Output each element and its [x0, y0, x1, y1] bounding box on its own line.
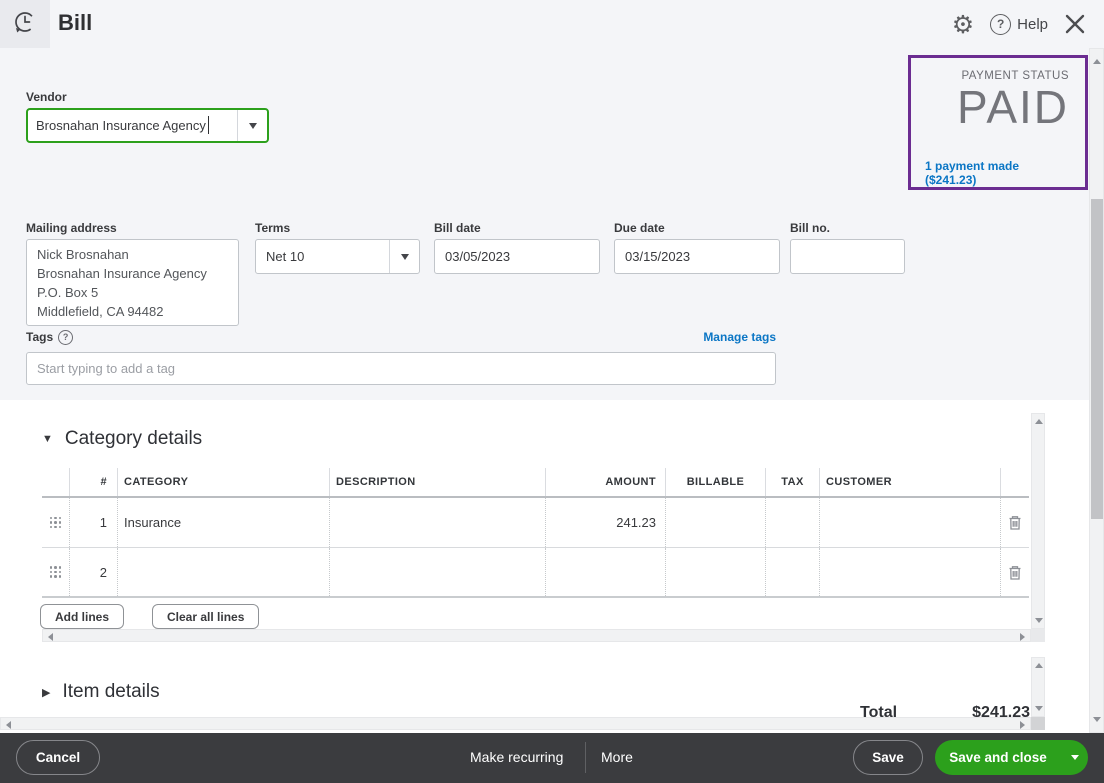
collapse-triangle-icon: ▼	[42, 433, 53, 445]
footer-divider	[585, 742, 586, 773]
scrollbar-thumb[interactable]	[1091, 199, 1103, 519]
terms-label: Terms	[255, 221, 290, 235]
col-header-tax: TAX	[766, 468, 820, 496]
page-title: Bill	[58, 10, 92, 36]
scroll-down-icon[interactable]	[1035, 706, 1043, 711]
scroll-right-icon[interactable]	[1020, 721, 1025, 729]
amount-cell[interactable]: 241.23	[546, 498, 666, 547]
col-header-num: #	[70, 468, 118, 496]
recent-transactions-button[interactable]	[0, 0, 50, 48]
payment-status-box: PAYMENT STATUS PAID 1 payment made ($241…	[908, 55, 1088, 190]
chevron-down-icon	[401, 254, 409, 260]
bill-no-input[interactable]	[790, 239, 905, 274]
trash-icon[interactable]	[1007, 564, 1023, 581]
tags-help-icon[interactable]: ?	[58, 330, 73, 345]
amount-cell[interactable]	[546, 548, 666, 596]
scroll-left-icon[interactable]	[48, 633, 53, 641]
billable-cell[interactable]	[666, 498, 766, 547]
description-cell[interactable]	[330, 548, 546, 596]
vertical-scrollbar[interactable]	[1031, 657, 1045, 717]
help-button[interactable]: ? Help	[990, 14, 1048, 35]
help-label: Help	[1017, 16, 1048, 33]
bill-no-label: Bill no.	[790, 221, 830, 235]
terms-select[interactable]: Net 10	[255, 239, 420, 274]
cancel-button[interactable]: Cancel	[16, 740, 100, 775]
terms-value: Net 10	[256, 240, 389, 273]
table-header-row: # CATEGORY DESCRIPTION AMOUNT BILLABLE T…	[42, 468, 1029, 498]
save-options-dropdown-button[interactable]	[1061, 740, 1088, 775]
gear-icon[interactable]: ⚙	[952, 12, 974, 37]
text-caret	[208, 116, 209, 134]
col-header-billable: BILLABLE	[666, 468, 766, 496]
scroll-right-icon[interactable]	[1020, 633, 1025, 641]
bill-date-label: Bill date	[434, 221, 481, 235]
close-icon[interactable]	[1064, 13, 1086, 35]
category-cell[interactable]	[118, 548, 330, 596]
table-row: 1 Insurance 241.23	[42, 498, 1029, 548]
col-header-customer: CUSTOMER	[820, 468, 1001, 496]
help-question-icon: ?	[990, 14, 1011, 35]
clear-all-lines-button[interactable]: Clear all lines	[152, 604, 259, 629]
action-bar: Cancel Make recurring More Save Save and…	[0, 733, 1104, 783]
drag-handle-icon[interactable]	[49, 516, 63, 530]
category-cell[interactable]: Insurance	[118, 498, 330, 547]
item-details-title: Item details	[62, 681, 159, 703]
save-button[interactable]: Save	[853, 740, 923, 775]
scrollbar-corner	[1031, 717, 1045, 730]
category-details-title: Category details	[65, 428, 202, 450]
scroll-up-icon[interactable]	[1035, 663, 1043, 668]
table-row: 2	[42, 548, 1029, 598]
vendor-label: Vendor	[26, 90, 67, 104]
col-header-category: CATEGORY	[118, 468, 330, 496]
add-lines-button[interactable]: Add lines	[40, 604, 124, 629]
horizontal-scrollbar[interactable]	[0, 717, 1031, 730]
scroll-left-icon[interactable]	[6, 721, 11, 729]
scroll-up-icon[interactable]	[1035, 419, 1043, 424]
vendor-field	[26, 108, 269, 143]
row-number: 1	[70, 498, 118, 547]
tags-input[interactable]	[26, 352, 776, 385]
clock-history-icon	[12, 9, 38, 40]
scroll-down-icon[interactable]	[1093, 717, 1101, 722]
expand-triangle-icon: ▶	[42, 686, 50, 699]
scroll-up-icon[interactable]	[1093, 59, 1101, 64]
bill-date-input[interactable]	[434, 239, 600, 274]
payment-made-link[interactable]: 1 payment made ($241.23)	[925, 159, 1069, 187]
category-details-toggle[interactable]: ▼ Category details	[42, 428, 202, 450]
category-details-table: # CATEGORY DESCRIPTION AMOUNT BILLABLE T…	[42, 468, 1029, 598]
description-cell[interactable]	[330, 498, 546, 547]
scroll-down-icon[interactable]	[1035, 618, 1043, 623]
tags-label: Tags	[26, 330, 53, 344]
terms-dropdown-button[interactable]	[389, 240, 419, 273]
drag-handle-icon[interactable]	[49, 565, 63, 579]
more-button[interactable]: More	[601, 749, 633, 765]
tax-cell[interactable]	[766, 498, 820, 547]
tax-cell[interactable]	[766, 548, 820, 596]
item-details-toggle[interactable]: ▶ Item details	[42, 681, 160, 703]
mailing-address-field[interactable]: Nick Brosnahan Brosnahan Insurance Agenc…	[26, 239, 239, 326]
vertical-scrollbar[interactable]	[1031, 413, 1045, 629]
save-and-close-button[interactable]: Save and close	[935, 740, 1061, 775]
billable-cell[interactable]	[666, 548, 766, 596]
scrollbar-corner	[1031, 629, 1045, 642]
col-header-amount: AMOUNT	[546, 468, 666, 496]
manage-tags-link[interactable]: Manage tags	[703, 330, 776, 344]
row-number: 2	[70, 548, 118, 596]
due-date-input[interactable]	[614, 239, 780, 274]
customer-cell[interactable]	[820, 498, 1001, 547]
vendor-dropdown-button[interactable]	[237, 110, 267, 141]
chevron-down-icon	[1071, 755, 1079, 760]
trash-icon[interactable]	[1007, 514, 1023, 531]
due-date-label: Due date	[614, 221, 665, 235]
vendor-input[interactable]	[28, 110, 237, 141]
page-vertical-scrollbar[interactable]	[1089, 48, 1104, 733]
mailing-address-label: Mailing address	[26, 221, 117, 235]
chevron-down-icon	[249, 123, 257, 129]
col-header-description: DESCRIPTION	[330, 468, 546, 496]
payment-status-value: PAID	[925, 82, 1069, 133]
customer-cell[interactable]	[820, 548, 1001, 596]
make-recurring-button[interactable]: Make recurring	[470, 749, 563, 765]
horizontal-scrollbar[interactable]	[42, 629, 1031, 642]
